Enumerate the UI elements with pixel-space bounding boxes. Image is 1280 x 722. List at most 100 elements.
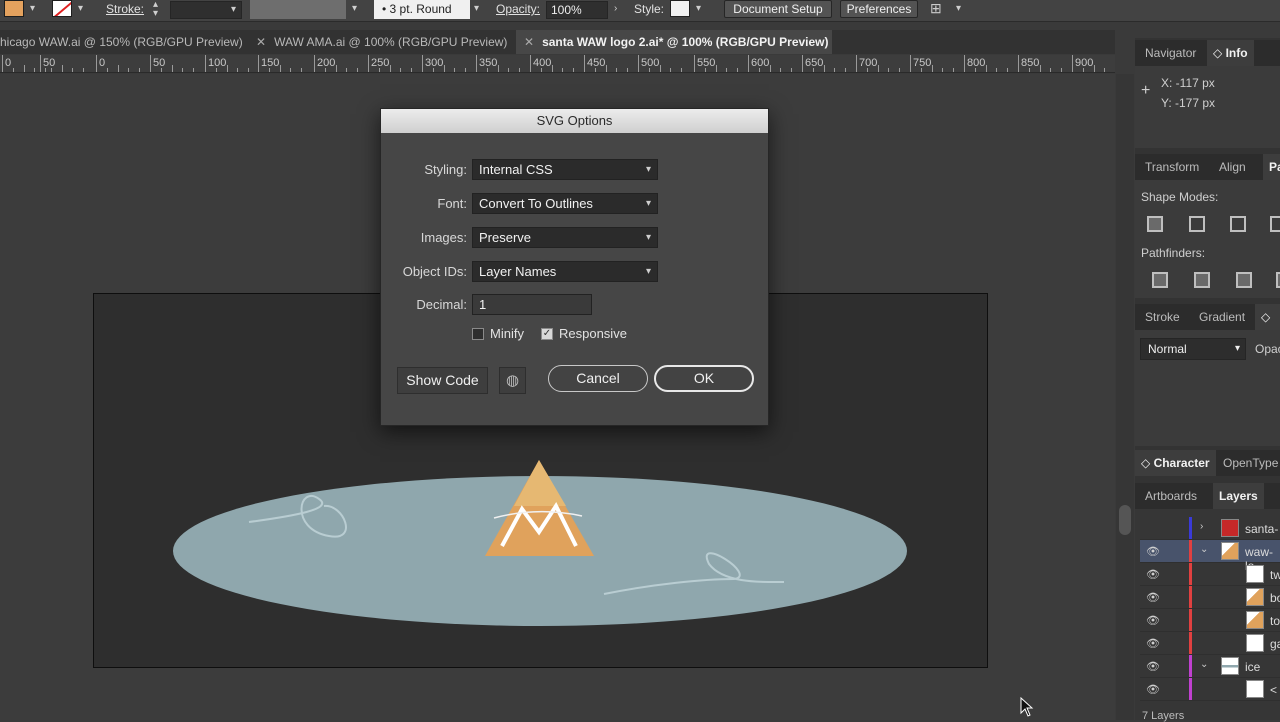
styling-select[interactable]: Internal CSS ▾ bbox=[472, 159, 658, 180]
ruler-tick bbox=[551, 65, 553, 72]
crop-icon[interactable] bbox=[1276, 272, 1280, 288]
stroke-label[interactable]: Stroke: bbox=[106, 2, 144, 16]
stroke-swatch[interactable] bbox=[52, 0, 72, 17]
layer-thumbnail bbox=[1246, 588, 1264, 606]
layer-color-bar bbox=[1189, 586, 1192, 608]
ruler-tick bbox=[193, 68, 195, 72]
tab-align[interactable]: Align bbox=[1213, 154, 1252, 180]
ruler-tick bbox=[96, 55, 97, 72]
tab-artboards[interactable]: Artboards bbox=[1139, 483, 1203, 509]
tab-waw-ama[interactable]: ✕ WAW AMA.ai @ 100% (RGB/GPU Preview) bbox=[256, 30, 516, 54]
opacity-field[interactable]: 100% bbox=[546, 1, 608, 19]
divide-icon[interactable] bbox=[1152, 272, 1168, 288]
visibility-eye-icon[interactable]: 👁 bbox=[1146, 568, 1160, 581]
globe-icon[interactable]: ◍ bbox=[499, 367, 526, 394]
ruler-tick bbox=[1093, 65, 1095, 72]
arrange-dropdown-icon[interactable]: ▾ bbox=[956, 3, 961, 14]
opacity-label[interactable]: Opacity: bbox=[496, 2, 540, 16]
visibility-eye-icon[interactable]: 👁 bbox=[1146, 683, 1160, 696]
tab-label: hicago WAW.ai @ 150% (RGB/GPU Preview) bbox=[0, 35, 243, 49]
tab-transparency[interactable]: ◇ T bbox=[1255, 304, 1280, 350]
document-setup-button[interactable]: Document Setup bbox=[724, 0, 832, 18]
trim-icon[interactable] bbox=[1194, 272, 1210, 288]
ruler-tick bbox=[290, 68, 292, 72]
visibility-eye-icon[interactable]: 👁 bbox=[1146, 637, 1160, 650]
control-bar: ▾ ▾ Stroke: ▴ ▾ ▾ ▾ • 3 pt. Round ▾ Opaci… bbox=[0, 0, 1280, 22]
ruler-label: 250 bbox=[371, 57, 390, 69]
intersect-icon[interactable] bbox=[1230, 216, 1246, 232]
layer-color-bar bbox=[1189, 609, 1192, 631]
cancel-button[interactable]: Cancel bbox=[548, 365, 648, 392]
tab-gradient[interactable]: Gradient bbox=[1193, 304, 1251, 330]
minify-checkbox[interactable] bbox=[472, 328, 484, 340]
layer-name[interactable]: santa- bbox=[1245, 522, 1278, 536]
exclude-icon[interactable] bbox=[1270, 216, 1280, 232]
ruler-tick bbox=[931, 65, 933, 72]
tab-layers[interactable]: Layers bbox=[1213, 483, 1264, 509]
tab-navigator[interactable]: Navigator bbox=[1139, 40, 1202, 66]
tab-transform[interactable]: Transform bbox=[1139, 154, 1205, 180]
info-panel: + X: -117 px Y: -177 px bbox=[1135, 66, 1280, 148]
layer-name[interactable]: to bbox=[1270, 614, 1280, 628]
close-icon[interactable]: ✕ bbox=[256, 35, 266, 49]
visibility-eye-icon[interactable]: 👁 bbox=[1146, 545, 1160, 558]
ruler-tick bbox=[422, 55, 423, 72]
visibility-eye-icon[interactable]: 👁 bbox=[1146, 614, 1160, 627]
preferences-button[interactable]: Preferences bbox=[840, 0, 918, 18]
visibility-eye-icon[interactable]: 👁 bbox=[1146, 591, 1160, 604]
ruler-tick bbox=[182, 68, 184, 72]
chevron-right-icon[interactable]: › bbox=[1200, 521, 1203, 532]
vertical-scrollbar[interactable] bbox=[1116, 74, 1134, 720]
decimal-input[interactable]: 1 bbox=[472, 294, 592, 315]
stroke-dropdown-icon[interactable]: ▾ bbox=[78, 3, 83, 14]
minus-front-icon[interactable] bbox=[1189, 216, 1205, 232]
minify-label[interactable]: Minify bbox=[490, 326, 524, 341]
style-dropdown-icon[interactable]: ▾ bbox=[696, 3, 701, 14]
scrollbar-thumb[interactable] bbox=[1119, 505, 1131, 535]
ok-button[interactable]: OK bbox=[654, 365, 754, 392]
brush-dropdown-icon[interactable]: ▾ bbox=[474, 3, 479, 14]
blend-mode-select[interactable]: Normal ▾ bbox=[1140, 338, 1246, 360]
fill-swatch[interactable] bbox=[4, 0, 24, 17]
layer-name[interactable]: ice bbox=[1245, 660, 1260, 674]
ruler-tick bbox=[845, 68, 847, 72]
stroke-weight-field[interactable]: ▾ bbox=[170, 1, 242, 19]
images-select[interactable]: Preserve ▾ bbox=[472, 227, 658, 248]
ruler-label: 50 bbox=[43, 57, 56, 69]
close-icon[interactable]: ✕ bbox=[524, 35, 534, 49]
layer-color-bar bbox=[1189, 563, 1192, 585]
profile-dropdown-icon[interactable]: ▾ bbox=[352, 3, 357, 14]
layer-name[interactable]: bo bbox=[1270, 591, 1280, 605]
graphic-style-swatch[interactable] bbox=[670, 0, 690, 17]
tab-character[interactable]: ◇ Character bbox=[1135, 450, 1216, 476]
visibility-eye-icon[interactable]: 👁 bbox=[1146, 660, 1160, 673]
font-select[interactable]: Convert To Outlines ▾ bbox=[472, 193, 658, 214]
ruler-tick bbox=[1104, 68, 1106, 72]
merge-icon[interactable] bbox=[1236, 272, 1252, 288]
chevron-down-icon[interactable]: ⌄ bbox=[1200, 659, 1208, 670]
layer-name[interactable]: < bbox=[1270, 683, 1277, 697]
tab-pathfinder[interactable]: Pa bbox=[1263, 154, 1280, 180]
tab-santa-waw-logo[interactable]: ✕ santa WAW logo 2.ai* @ 100% (RGB/GPU Pr… bbox=[516, 30, 832, 54]
ruler-label: 300 bbox=[425, 57, 444, 69]
fill-dropdown-icon[interactable]: ▾ bbox=[30, 3, 35, 14]
layer-name[interactable]: ga bbox=[1270, 637, 1280, 651]
stroke-stepper-icon[interactable]: ▴ ▾ bbox=[153, 0, 158, 19]
unite-icon[interactable] bbox=[1147, 216, 1163, 232]
tab-info[interactable]: ◇ Info bbox=[1207, 40, 1254, 66]
responsive-label[interactable]: Responsive bbox=[559, 326, 627, 341]
object-ids-select[interactable]: Layer Names ▾ bbox=[472, 261, 658, 282]
opacity-arrow-icon[interactable]: › bbox=[614, 3, 617, 14]
chevron-down-icon[interactable]: ⌄ bbox=[1200, 544, 1208, 555]
layer-name[interactable]: tw bbox=[1270, 568, 1280, 582]
arrange-documents-icon[interactable]: ⊞ bbox=[930, 0, 942, 17]
tab-chicago[interactable]: hicago WAW.ai @ 150% (RGB/GPU Preview) bbox=[0, 30, 250, 54]
brush-definition[interactable]: • 3 pt. Round bbox=[374, 0, 470, 19]
tab-stroke[interactable]: Stroke bbox=[1139, 304, 1186, 330]
ruler-tick bbox=[1072, 55, 1073, 72]
variable-width-profile[interactable] bbox=[250, 0, 346, 19]
responsive-checkbox[interactable]: ✓ bbox=[541, 328, 553, 340]
show-code-button[interactable]: Show Code bbox=[397, 367, 488, 394]
layer-thumbnail bbox=[1221, 542, 1239, 560]
tab-opentype[interactable]: OpenType bbox=[1217, 450, 1280, 476]
